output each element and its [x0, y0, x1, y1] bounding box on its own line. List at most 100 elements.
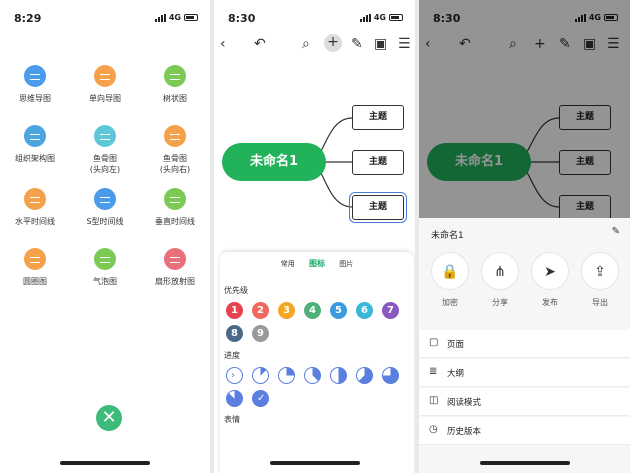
template-label: 鱼骨图 (头向左)	[89, 154, 121, 174]
vertical-timeline-icon	[164, 188, 186, 210]
template-label: 思维导图	[19, 94, 51, 103]
reading-mode-icon: ◫	[429, 395, 439, 406]
tab-icons[interactable]: 图标	[309, 259, 325, 268]
lock-button[interactable]: 🔒 加密	[429, 252, 471, 308]
template-label: 树状图	[163, 94, 187, 103]
horizontal-timeline-icon	[24, 188, 46, 210]
action-label: 分享	[492, 298, 508, 307]
org-chart-icon	[24, 125, 46, 147]
menu-item-label: 阅读模式	[447, 398, 482, 408]
signal-icon	[154, 13, 166, 22]
one-way-map-icon	[94, 65, 116, 87]
priority-heading: 优先级	[224, 286, 248, 295]
priority-7-icon[interactable]: 7	[382, 302, 399, 319]
progress-100-icon[interactable]: ✓	[252, 390, 269, 407]
tree-icon	[164, 65, 186, 87]
progress-0-icon[interactable]: ›	[226, 367, 243, 384]
sector-radial-icon	[164, 248, 186, 270]
mindmap-more-menu-screen: 8:30 4G ‹ ↶ ⌕ + ✎ ▣ ☰ 未命名1 主题 主题 主题 未命名1…	[419, 0, 630, 473]
priority-3-icon[interactable]: 3	[278, 302, 295, 319]
menu-item-label: 页面	[447, 340, 465, 350]
fishbone-left-icon	[94, 125, 116, 147]
subtopic[interactable]: 主题	[352, 150, 404, 175]
battery-icon	[184, 14, 198, 21]
status-time: 8:29	[14, 12, 42, 25]
edit-title-icon[interactable]: ✎	[612, 226, 620, 237]
tab-images[interactable]: 图片	[339, 260, 353, 268]
root-topic[interactable]: 未命名1	[222, 143, 326, 181]
progress-13-icon[interactable]	[252, 367, 269, 384]
subtopic-selected[interactable]: 主题	[349, 192, 407, 223]
menu-item-label: 大纲	[447, 369, 465, 379]
progress-heading: 进度	[224, 351, 240, 360]
progress-88-icon[interactable]	[226, 390, 243, 407]
progress-25-icon[interactable]	[278, 367, 295, 384]
template-one-way-map[interactable]: 单向导图	[70, 65, 140, 104]
template-org-chart[interactable]: 组织架构图	[0, 125, 70, 164]
menu-item-page[interactable]: ▢ 页面	[419, 330, 630, 358]
template-circle-map[interactable]: 圆圈图	[0, 248, 70, 287]
priority-9-icon[interactable]: 9	[252, 325, 269, 342]
publish-icon: ➤	[531, 252, 569, 290]
action-label: 发布	[542, 298, 558, 307]
emoji-heading: 表情	[224, 415, 240, 424]
template-horizontal-timeline[interactable]: 水平时间线	[0, 188, 70, 227]
chevron-right-icon: ›	[231, 370, 235, 381]
menu-item-history[interactable]: ◷ 历史版本	[419, 417, 630, 445]
mindmap-editor-icon-sheet: 8:30 4G ‹ ↶ ⌕ + ✎ ▣ ☰ 未命名1 主题 主题 主题 常用 图…	[214, 0, 415, 473]
template-label: 圆圈图	[23, 277, 47, 286]
template-bubble-map[interactable]: 气泡图	[70, 248, 140, 287]
template-label: 水平时间线	[15, 217, 55, 226]
progress-75-icon[interactable]	[382, 367, 399, 384]
template-label: 气泡图	[93, 277, 117, 286]
priority-2-icon[interactable]: 2	[252, 302, 269, 319]
check-icon: ✓	[257, 393, 266, 404]
template-fishbone-right[interactable]: 鱼骨图 (头向右)	[140, 125, 210, 175]
template-tree[interactable]: 树状图	[140, 65, 210, 104]
priority-6-icon[interactable]: 6	[356, 302, 373, 319]
progress-63-icon[interactable]	[356, 367, 373, 384]
progress-38-icon[interactable]	[304, 367, 321, 384]
network-type: 4G	[168, 13, 181, 22]
template-fishbone-left[interactable]: 鱼骨图 (头向左)	[70, 125, 140, 175]
menu-item-reading-mode[interactable]: ◫ 阅读模式	[419, 388, 630, 416]
template-mindmap[interactable]: 思维导图	[0, 65, 70, 104]
export-button[interactable]: ⇪ 导出	[579, 252, 621, 308]
outline-icon: ≣	[429, 366, 438, 377]
priority-8-icon[interactable]: 8	[226, 325, 243, 342]
home-indicator	[479, 461, 570, 465]
share-icon: ⋔	[481, 252, 519, 290]
mindmap-icon	[24, 65, 46, 87]
template-label: 单向导图	[89, 94, 121, 103]
fishbone-right-icon	[164, 125, 186, 147]
dim-overlay[interactable]	[419, 0, 630, 218]
home-indicator	[269, 461, 360, 465]
menu-item-outline[interactable]: ≣ 大纲	[419, 359, 630, 387]
lock-icon: 🔒	[431, 252, 469, 290]
subtopic[interactable]: 主题	[352, 105, 404, 130]
template-s-timeline[interactable]: S型时间线	[70, 188, 140, 227]
template-sector-radial[interactable]: 扇形放射图	[140, 248, 210, 287]
export-icon: ⇪	[581, 252, 619, 290]
priority-1-icon[interactable]: 1	[226, 302, 243, 319]
page-icon: ▢	[429, 337, 439, 348]
template-label: 组织架构图	[15, 154, 55, 163]
priority-4-icon[interactable]: 4	[304, 302, 321, 319]
status-bar: 8:29 4G	[0, 0, 210, 34]
template-label: S型时间线	[86, 217, 124, 226]
bubble-map-icon	[94, 248, 116, 270]
circle-map-icon	[24, 248, 46, 270]
share-button[interactable]: ⋔ 分享	[479, 252, 521, 308]
template-picker-screen: 8:29 4G 思维导图 单向导图 树状图组织架构图 鱼骨图 (头向左) 鱼骨图 (头向…	[0, 0, 210, 473]
action-label: 导出	[592, 298, 608, 307]
close-button[interactable]: ✕	[96, 405, 122, 431]
icon-sheet: 常用 图标 图片 优先级 1234567 89 进度 › ✓ 表情	[220, 252, 414, 473]
menu-item-label: 历史版本	[447, 427, 482, 437]
progress-50-icon[interactable]	[330, 367, 347, 384]
template-vertical-timeline[interactable]: 垂直时间线	[140, 188, 210, 227]
publish-button[interactable]: ➤ 发布	[529, 252, 571, 308]
history-icon: ◷	[429, 424, 438, 435]
action-label: 加密	[442, 298, 458, 307]
priority-5-icon[interactable]: 5	[330, 302, 347, 319]
tab-common[interactable]: 常用	[281, 260, 295, 268]
